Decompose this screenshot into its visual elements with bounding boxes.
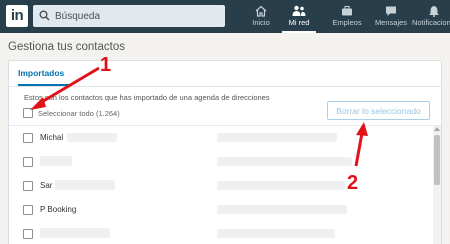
- nav-notifications[interactable]: Notificaciones: [412, 0, 450, 33]
- contact-row: [9, 151, 433, 175]
- list-scrollbar-thumb[interactable]: [434, 135, 440, 185]
- annotation-number-2: 2: [347, 172, 359, 194]
- linkedin-logo[interactable]: in: [6, 5, 28, 27]
- contact-row: Michal: [9, 127, 433, 151]
- contact-row: [9, 223, 433, 244]
- search-box[interactable]: [33, 5, 225, 27]
- redacted-email: [217, 205, 347, 214]
- tab-active-indicator: [18, 84, 69, 86]
- redacted-email: [217, 181, 345, 190]
- select-all-checkbox[interactable]: [23, 108, 33, 118]
- contact-row: P Booking: [9, 199, 433, 223]
- contact-checkbox[interactable]: [23, 205, 33, 215]
- home-icon: [255, 5, 267, 17]
- bell-icon: [429, 6, 439, 17]
- contact-name: P Booking: [40, 205, 77, 214]
- top-navigation-bar: in Inicio Mi red Empleos Men: [0, 0, 450, 33]
- tab-imported[interactable]: Importados: [18, 68, 64, 78]
- nav-messages[interactable]: Mensajes: [372, 0, 410, 33]
- redacted-name: [40, 156, 72, 166]
- contact-row: Sar: [9, 175, 433, 199]
- contact-checkbox[interactable]: [23, 181, 33, 191]
- redacted-email: [217, 157, 352, 166]
- briefcase-icon: [342, 6, 352, 16]
- page-title: Gestiona tus contactos: [8, 41, 125, 53]
- annotation-number-1: 1: [100, 54, 112, 76]
- nav-jobs[interactable]: Empleos: [330, 0, 364, 33]
- nav-messages-label: Mensajes: [374, 18, 408, 27]
- remove-selected-button[interactable]: Borrar lo seleccionado: [327, 101, 430, 120]
- redacted-email: [217, 229, 335, 238]
- contacts-card: Importados Estos son los contactos que h…: [8, 60, 442, 244]
- nav-notifications-label: Notificaciones: [412, 18, 450, 27]
- contact-checkbox[interactable]: [23, 229, 33, 239]
- search-icon: [39, 10, 50, 21]
- contact-name: Sar: [40, 181, 53, 190]
- nav-home-label: Inicio: [252, 18, 270, 27]
- search-input[interactable]: [55, 5, 221, 27]
- redacted-name: [40, 228, 110, 238]
- imported-description: Estos son los contactos que has importad…: [24, 93, 270, 102]
- tab-bar: Importados: [9, 61, 441, 87]
- nav-jobs-label: Empleos: [332, 18, 362, 27]
- contact-checkbox[interactable]: [23, 133, 33, 143]
- select-all-label: Seleccionar todo (1.264): [38, 109, 120, 118]
- list-divider: [9, 125, 441, 126]
- nav-my-network[interactable]: Mi red: [282, 0, 316, 33]
- scroll-up-arrow-icon[interactable]: [434, 127, 440, 131]
- messages-icon: [386, 6, 396, 16]
- nav-my-network-label: Mi red: [288, 18, 310, 27]
- redacted-name: [67, 133, 117, 142]
- redacted-email: [217, 133, 337, 142]
- contact-checkbox[interactable]: [23, 157, 33, 167]
- redacted-name: [55, 180, 115, 190]
- network-icon: [292, 5, 306, 16]
- contact-name: Michal: [40, 133, 64, 142]
- nav-home[interactable]: Inicio: [246, 0, 276, 33]
